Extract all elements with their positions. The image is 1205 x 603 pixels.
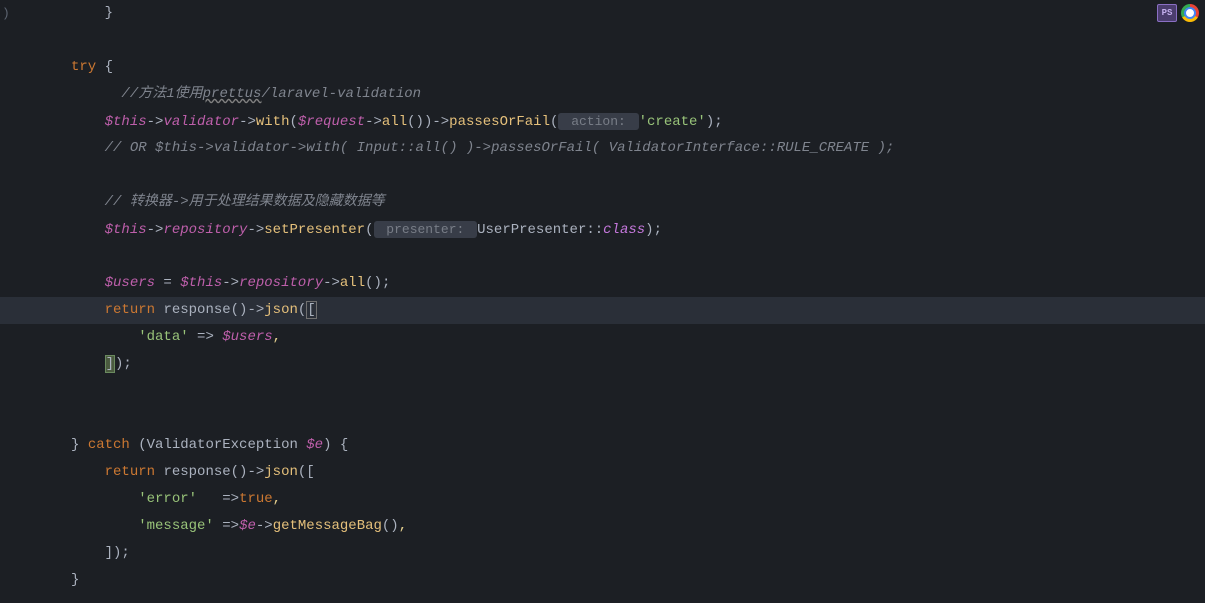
code-line: // 转换器->用于处理结果数据及隐藏数据等 <box>0 189 1205 216</box>
code-line: 'data' => $users, <box>0 324 1205 351</box>
code-line: $users = $this->repository->all(); <box>0 270 1205 297</box>
code-line: $this->validator->with($request->all())-… <box>0 108 1205 135</box>
code-line <box>0 243 1205 270</box>
code-line <box>0 378 1205 405</box>
code-line: // OR $this->validator->with( Input::all… <box>0 135 1205 162</box>
code-line-current: return response()->json([ <box>0 297 1205 324</box>
code-line: 'message' =>$e->getMessageBag(), <box>0 513 1205 540</box>
try-keyword: try <box>71 59 96 75</box>
code-line <box>0 405 1205 432</box>
catch-keyword: catch <box>88 437 130 453</box>
parameter-hint: action: <box>558 113 638 130</box>
code-line <box>0 27 1205 54</box>
code-line: //方法1使用prettus/laravel-validation <box>0 81 1205 108</box>
code-line: } <box>0 0 1205 27</box>
bracket-cursor: [ <box>306 301 316 319</box>
code-line: ]); <box>0 351 1205 378</box>
code-editor[interactable]: } try { //方法1使用prettus/laravel-validatio… <box>0 0 1205 594</box>
code-line: try { <box>0 54 1205 81</box>
code-line: $this->repository->setPresenter( present… <box>0 216 1205 243</box>
code-line: ]); <box>0 540 1205 567</box>
code-line: return response()->json([ <box>0 459 1205 486</box>
code-line <box>0 162 1205 189</box>
code-line: } catch (ValidatorException $e) { <box>0 432 1205 459</box>
bracket-match: ] <box>105 355 115 373</box>
parameter-hint: presenter: <box>374 221 478 238</box>
code-line: 'error' =>true, <box>0 486 1205 513</box>
code-line: } <box>0 567 1205 594</box>
